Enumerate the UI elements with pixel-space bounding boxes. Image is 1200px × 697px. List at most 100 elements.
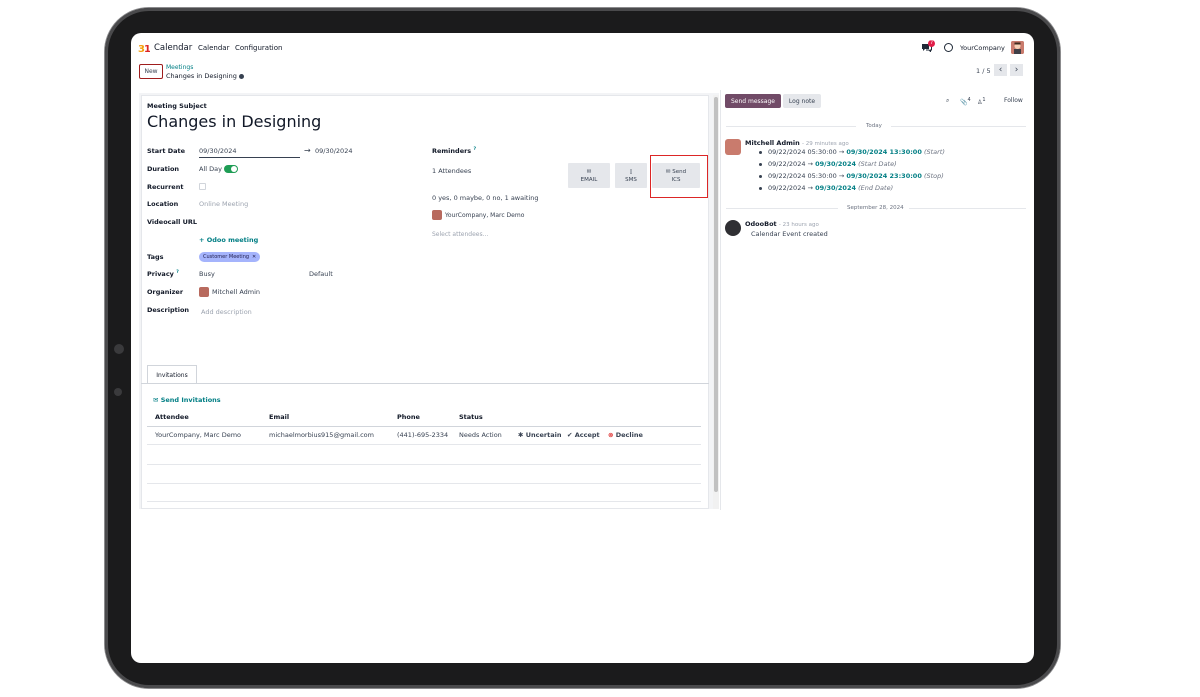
pager-next-button[interactable]: › [1010, 64, 1023, 76]
attendee-name[interactable]: YourCompany, Marc Demo [445, 212, 524, 219]
privacy-default-select[interactable]: Default [309, 270, 333, 278]
duration-label: Duration [147, 165, 180, 173]
uncertain-button[interactable]: ✱ Uncertain [518, 431, 561, 439]
decline-button[interactable]: ⊗ Decline [608, 431, 643, 439]
attachments-count: 4 [967, 97, 971, 103]
arrow-right-icon: → [304, 146, 311, 155]
tag-customer-meeting[interactable]: Customer Meeting ✕ [199, 252, 261, 262]
tab-divider [141, 383, 709, 384]
organizer-value[interactable]: Mitchell Admin [212, 288, 260, 296]
col-phone[interactable]: Phone [397, 413, 420, 421]
sms-button[interactable]: ▯ SMS [615, 163, 647, 188]
tracking-line: 09/22/2024 05:30:00 → 09/30/2024 23:30:0… [759, 172, 944, 180]
gear-icon[interactable] [238, 73, 244, 79]
select-attendees-input[interactable]: Select attendees... [432, 231, 488, 238]
recurrent-checkbox[interactable] [199, 183, 206, 190]
bullet [759, 150, 762, 154]
envelope-icon: ✉ [586, 168, 592, 175]
col-attendee[interactable]: Attendee [155, 413, 189, 421]
table-row-line [147, 444, 701, 445]
send-invitations-link[interactable]: ✉ Send Invitations [153, 396, 221, 404]
row-phone[interactable]: (441)-695-2334 [397, 431, 448, 439]
tracking-field: (Start Date) [858, 160, 897, 168]
search-icon[interactable]: ⌕ [946, 97, 949, 105]
highlight-annotation [650, 155, 708, 198]
new-button[interactable]: New [139, 64, 163, 79]
menu-configuration[interactable]: Configuration [235, 44, 282, 52]
table-row-line [147, 464, 701, 465]
odoo-meeting-label: Odoo meeting [206, 236, 259, 244]
email-button[interactable]: ✉ EMAIL [568, 163, 610, 188]
tab-invitations[interactable]: Invitations [147, 365, 197, 384]
table-row-line [147, 483, 701, 484]
mobile-icon: ▯ [629, 168, 633, 175]
follow-button[interactable]: Follow [1004, 97, 1023, 104]
pager-value[interactable]: 1 / 5 [976, 67, 991, 75]
tags-label: Tags [147, 253, 164, 261]
day-divider [891, 126, 1026, 127]
send-message-button[interactable]: Send message [725, 94, 781, 108]
recurrent-label: Recurrent [147, 183, 184, 191]
breadcrumb-meetings[interactable]: Meetings [166, 64, 193, 71]
tracking-field: (Start) [923, 148, 945, 156]
odoobot-avatar[interactable] [725, 220, 741, 236]
top-navbar: 3 1 Calendar Calendar Configuration 7 Yo… [131, 33, 1034, 61]
start-date-value: 09/30/2024 [199, 147, 237, 155]
col-status[interactable]: Status [459, 413, 483, 421]
uncertain-label: Uncertain [525, 431, 562, 439]
subject-input[interactable]: Changes in Designing [147, 112, 321, 131]
accept-button[interactable]: ✔ Accept [567, 431, 600, 439]
mitchell-avatar[interactable] [725, 139, 741, 155]
sms-button-label: SMS [625, 176, 637, 183]
start-date-input[interactable]: 09/30/2024 [199, 147, 300, 158]
odoo-meeting-link[interactable]: + Odoo meeting [199, 236, 258, 244]
menu-calendar[interactable]: Calendar [198, 44, 229, 52]
attendee-avatar [432, 210, 442, 220]
organizer-label: Organizer [147, 288, 184, 296]
description-input[interactable]: Add description [201, 308, 252, 316]
tracking-old: 09/22/2024 [768, 160, 806, 168]
attendees-count: 1 Attendees [432, 167, 472, 175]
tracking-line: 09/22/2024 05:30:00 → 09/30/2024 13:30:0… [759, 148, 945, 156]
location-input[interactable]: Online Meeting [199, 200, 248, 208]
log-note-button[interactable]: Log note [783, 94, 821, 108]
tracking-line: 09/22/2024 → 09/30/2024 (End Date) [759, 184, 893, 192]
asterisk-icon: ✱ [518, 431, 526, 439]
col-email[interactable]: Email [269, 413, 289, 421]
reminders-label-text: Reminders [432, 147, 472, 156]
tablet-side-button [114, 344, 124, 354]
bullet [759, 186, 762, 190]
user-avatar[interactable] [1011, 41, 1024, 54]
breadcrumb-current: Changes in Designing [166, 72, 244, 80]
accept-label: Accept [574, 431, 600, 439]
svg-text:1: 1 [144, 44, 150, 54]
end-date-input[interactable]: 09/30/2024 [315, 147, 352, 155]
day-divider [726, 208, 838, 209]
form-scrollbar-thumb[interactable] [714, 97, 718, 492]
decline-icon: ⊗ [608, 431, 616, 439]
tag-label: Customer Meeting [203, 254, 250, 260]
help-icon[interactable]: ? [473, 147, 476, 152]
row-attendee[interactable]: YourCompany, Marc Demo [155, 431, 241, 439]
privacy-busy-select[interactable]: Busy [199, 270, 215, 278]
location-label: Location [147, 200, 179, 208]
day-separator-today: Today [866, 123, 882, 129]
row-email[interactable]: michaelmorbius915@gmail.com [269, 431, 374, 439]
company-switcher[interactable]: YourCompany [960, 44, 1005, 52]
row-status: Needs Action [459, 431, 502, 439]
calendar-app-icon[interactable]: 3 1 [138, 42, 150, 54]
pager-previous-button[interactable]: ‹ [994, 64, 1007, 76]
attachments-button[interactable]: 📎4 [960, 97, 971, 106]
followers-button[interactable]: ♙1 [977, 97, 986, 106]
attendee-summary: 0 yes, 0 maybe, 0 no, 1 awaiting [432, 194, 539, 202]
help-icon[interactable]: ? [176, 270, 179, 275]
app-screen: 3 1 Calendar Calendar Configuration 7 Yo… [131, 33, 1034, 663]
message-time: - 23 hours ago [778, 222, 819, 228]
privacy-label: Privacy ? [147, 270, 179, 278]
chat-badge: 7 [928, 40, 935, 47]
close-icon[interactable]: ✕ [252, 254, 256, 260]
tracking-line: 09/22/2024 → 09/30/2024 (Start Date) [759, 160, 897, 168]
all-day-toggle[interactable] [224, 165, 238, 173]
app-name[interactable]: Calendar [154, 43, 192, 53]
activity-clock-icon[interactable] [944, 43, 953, 52]
